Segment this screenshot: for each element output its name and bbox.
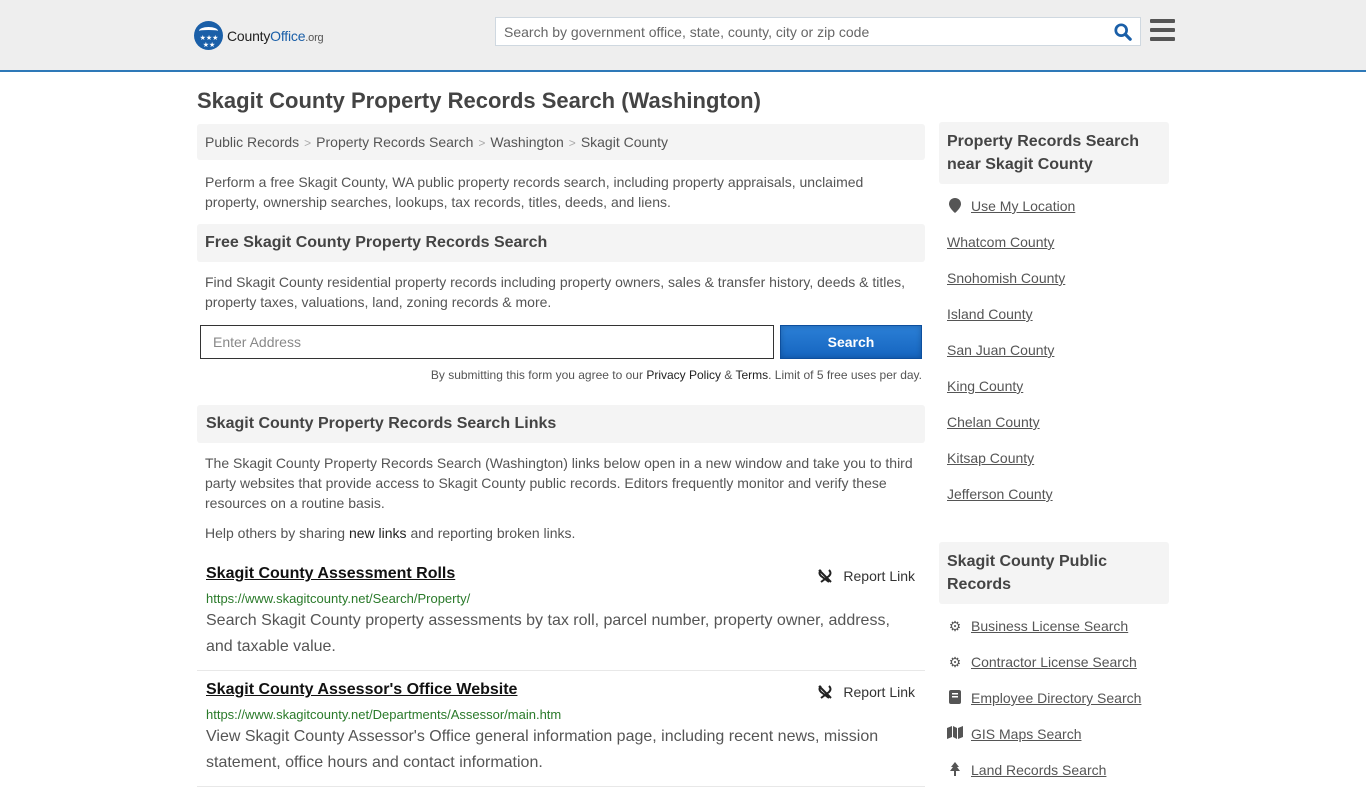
broken-link-icon <box>818 685 833 699</box>
nearby-county-link[interactable]: Kitsap County <box>947 450 1034 466</box>
record-description: View Skagit County Assessor's Office gen… <box>206 728 879 771</box>
nearby-item: San Juan County <box>947 342 1161 378</box>
links-heading: Skagit County Property Records Search Li… <box>197 405 925 443</box>
new-links-link[interactable]: new links <box>349 525 407 541</box>
nearby-county-link[interactable]: Island County <box>947 306 1033 322</box>
hamburger-menu-icon[interactable] <box>1150 19 1175 41</box>
privacy-policy-link[interactable]: Privacy Policy <box>646 368 721 382</box>
nearby-item: Kitsap County <box>947 450 1161 486</box>
site-search <box>495 17 1141 46</box>
terms-link[interactable]: Terms <box>735 368 768 382</box>
nearby-county-link[interactable]: Jefferson County <box>947 486 1053 502</box>
search-icon[interactable] <box>1114 23 1132 41</box>
links-description: The Skagit County Property Records Searc… <box>205 455 913 511</box>
address-search-button[interactable]: Search <box>780 325 922 359</box>
site-search-input[interactable] <box>496 18 1096 45</box>
site-logo[interactable]: ★★★ ★★ CountyOffice.org <box>194 21 324 50</box>
public-record-item: ⚙ Contractor License Search <box>947 654 1161 690</box>
public-record-link[interactable]: Business License Search <box>971 618 1128 634</box>
record-description: Search Skagit County property assessment… <box>206 612 890 655</box>
help-text-post: and reporting broken links. <box>406 525 576 541</box>
cogs-icon: ⚙ <box>948 618 962 634</box>
tree-icon <box>947 762 963 776</box>
breadcrumb-item[interactable]: Washington <box>490 134 563 150</box>
breadcrumb-separator: > <box>478 136 486 150</box>
nearby-county-link[interactable]: Whatcom County <box>947 234 1054 250</box>
breadcrumb-item-current[interactable]: Skagit County <box>581 134 668 150</box>
site-header: ★★★ ★★ CountyOffice.org <box>0 0 1366 72</box>
breadcrumb-item[interactable]: Property Records Search <box>316 134 473 150</box>
nearby-county-link[interactable]: Snohomish County <box>947 270 1065 286</box>
report-link-label: Report Link <box>843 684 915 700</box>
use-my-location-link[interactable]: Use My Location <box>971 198 1075 214</box>
record-title-link[interactable]: Skagit County Assessment Rolls <box>206 565 455 582</box>
help-text-pre: Help others by sharing <box>205 525 349 541</box>
nearby-county-link[interactable]: San Juan County <box>947 342 1054 358</box>
nearby-heading: Property Records Search near Skagit Coun… <box>939 122 1169 184</box>
nearby-item: Snohomish County <box>947 270 1161 306</box>
public-records-heading: Skagit County Public Records <box>939 542 1169 604</box>
use-location-item: Use My Location <box>947 198 1161 234</box>
public-record-item: Employee Directory Search <box>947 690 1161 726</box>
free-search-heading: Free Skagit County Property Records Sear… <box>197 224 925 262</box>
free-search-description: Find Skagit County residential property … <box>205 274 906 310</box>
report-link-button[interactable]: Report Link <box>817 568 915 584</box>
breadcrumb-separator: > <box>304 136 312 150</box>
main-content: Public Records > Property Records Search > W… <box>197 124 925 787</box>
eagle-logo-icon: ★★★ ★★ <box>194 21 223 50</box>
record-url: https://www.skagitcounty.net/Departments… <box>206 707 562 722</box>
intro-text: Perform a free Skagit County, WA public … <box>205 174 864 210</box>
record-item: Skagit County Assessor's Office Website … <box>197 671 925 787</box>
breadcrumb-separator: > <box>568 136 576 150</box>
disclaimer-text: & <box>721 368 736 382</box>
public-record-item: ⚙ Business License Search <box>947 618 1161 654</box>
map-marker-icon <box>947 198 963 213</box>
nearby-item: King County <box>947 378 1161 414</box>
map-icon <box>947 726 963 739</box>
record-url: https://www.skagitcounty.net/Search/Prop… <box>206 591 471 606</box>
public-record-item: Land Records Search <box>947 762 1161 798</box>
nearby-item: Jefferson County <box>947 486 1161 522</box>
breadcrumb-item[interactable]: Public Records <box>205 134 299 150</box>
gear-icon: ⚙ <box>948 654 962 670</box>
public-record-link[interactable]: Contractor License Search <box>971 654 1137 670</box>
disclaimer-text: . Limit of 5 free uses per day. <box>768 368 922 382</box>
book-icon <box>947 690 963 704</box>
nearby-item: Island County <box>947 306 1161 342</box>
broken-link-icon <box>818 569 833 583</box>
help-text: Help others by sharing new links and rep… <box>197 513 925 543</box>
report-link-button[interactable]: Report Link <box>817 684 915 700</box>
nearby-item: Chelan County <box>947 414 1161 450</box>
address-search-form: Search <box>197 325 925 359</box>
disclaimer-text: By submitting this form you agree to our <box>430 368 647 382</box>
nearby-county-link[interactable]: Chelan County <box>947 414 1040 430</box>
report-link-label: Report Link <box>843 568 915 584</box>
public-record-link[interactable]: Employee Directory Search <box>971 690 1141 706</box>
logo-text: CountyOffice.org <box>227 27 324 44</box>
breadcrumb: Public Records > Property Records Search > W… <box>197 124 925 160</box>
address-input[interactable] <box>200 325 774 359</box>
sidebar: Property Records Search near Skagit Coun… <box>939 122 1169 798</box>
public-record-link[interactable]: GIS Maps Search <box>971 726 1082 742</box>
form-disclaimer: By submitting this form you agree to our… <box>197 359 925 382</box>
public-record-item: GIS Maps Search <box>947 726 1161 762</box>
nearby-item: Whatcom County <box>947 234 1161 270</box>
nearby-list: Use My Location Whatcom County Snohomish… <box>939 184 1169 522</box>
nearby-county-link[interactable]: King County <box>947 378 1023 394</box>
public-record-link[interactable]: Land Records Search <box>971 762 1106 778</box>
record-item: Skagit County Assessment Rolls Report Li… <box>197 555 925 671</box>
record-title-link[interactable]: Skagit County Assessor's Office Website <box>206 681 517 698</box>
page-title: Skagit County Property Records Search (W… <box>197 88 761 113</box>
public-records-list: ⚙ Business License Search ⚙ Contractor L… <box>939 604 1169 798</box>
